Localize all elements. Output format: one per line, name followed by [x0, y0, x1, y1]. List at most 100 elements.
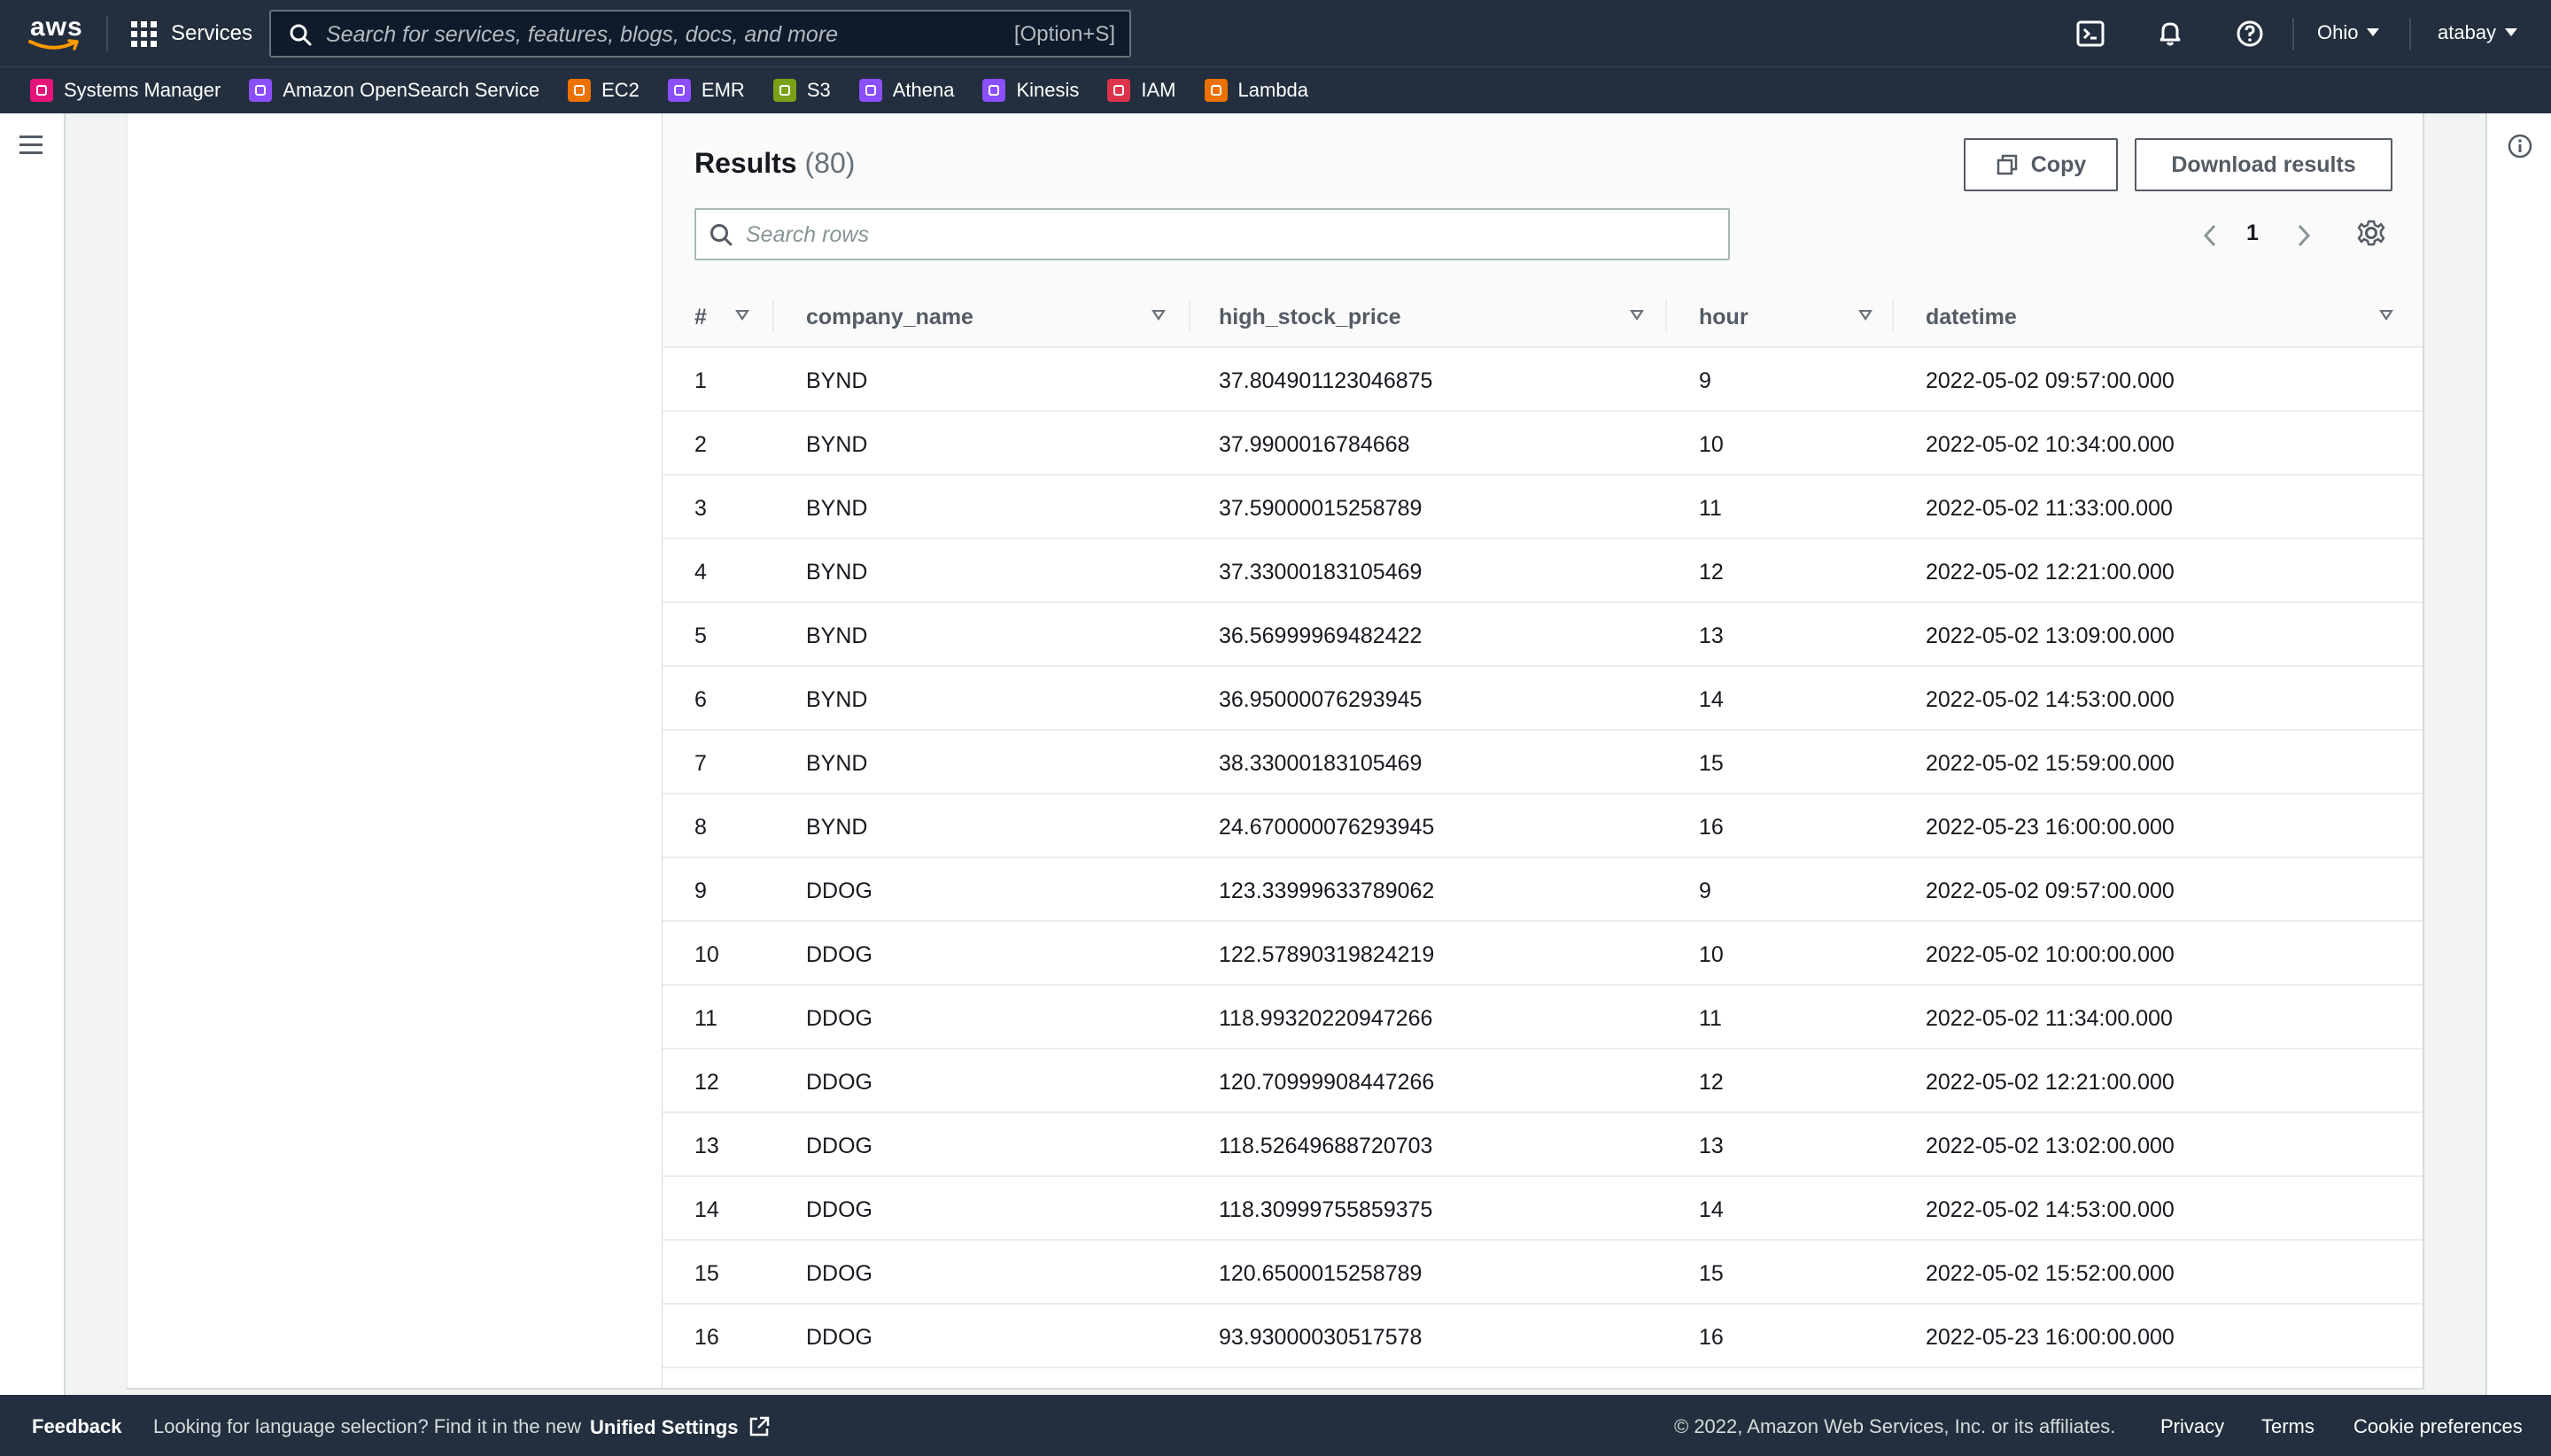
company-name-cell: DDOG	[774, 1240, 1190, 1304]
cell-value: BYND	[806, 751, 868, 776]
notifications-bell-icon[interactable]	[2154, 18, 2186, 50]
hour-cell: 14	[1667, 666, 1894, 730]
feedback-link[interactable]: Feedback	[32, 1415, 122, 1438]
datetime-cell: 2022-05-02 12:21:00.000	[1894, 538, 2423, 602]
cell-value: 13	[694, 1134, 719, 1158]
menu-icon[interactable]	[19, 136, 43, 154]
table-row[interactable]: 15 DDOG 120.6500015258789 15 2022-05-02 15:5…	[663, 1240, 2423, 1304]
table-row[interactable]: 12 DDOG 120.70999908447266 12 2022-05-02 12:…	[663, 1049, 2423, 1112]
services-menu-button[interactable]: Services	[131, 16, 252, 51]
company-name-cell: DDOG	[774, 1176, 1190, 1240]
high-stock-price-cell: 118.99320220947266	[1190, 985, 1667, 1049]
table-row[interactable]: 14 DDOG 118.30999755859375 14 2022-05-02 14:…	[663, 1176, 2423, 1240]
table-row[interactable]: 11 DDOG 118.99320220947266 11 2022-05-02 11:…	[663, 985, 2423, 1049]
row-search-input[interactable]	[746, 220, 1702, 250]
aws-logo[interactable]: aws	[28, 12, 82, 53]
row-index-cell: 10	[663, 921, 774, 985]
account-menu[interactable]: atabay	[2438, 21, 2518, 44]
favorite-amazon-opensearch-service[interactable]: Amazon OpenSearch Service	[249, 79, 539, 102]
services-grid-icon	[131, 20, 157, 47]
row-index-cell: 7	[663, 730, 774, 794]
sort-icon[interactable]	[1151, 310, 1166, 321]
info-icon[interactable]	[2507, 133, 2533, 159]
help-icon[interactable]	[2234, 18, 2266, 50]
favorite-emr[interactable]: EMR	[667, 79, 745, 102]
cell-value: DDOG	[806, 1134, 872, 1158]
favorite-iam[interactable]: IAM	[1107, 79, 1176, 102]
download-results-button[interactable]: Download results	[2135, 138, 2392, 191]
favorite-label: EMR	[701, 79, 745, 101]
service-icon	[1107, 79, 1131, 102]
hour-cell: 9	[1667, 347, 1894, 411]
cell-value: BYND	[806, 432, 868, 457]
company-name-cell: DDOG	[774, 857, 1190, 921]
sort-icon[interactable]	[735, 310, 749, 321]
table-row[interactable]: 9 DDOG 123.33999633789062 9 2022-05-02 09:57…	[663, 857, 2423, 921]
cell-value: 7	[694, 751, 707, 776]
region-selector[interactable]: Ohio	[2317, 21, 2380, 44]
table-row[interactable]: 5 BYND 36.56999969482422 13 2022-05-02 13:09…	[663, 602, 2423, 666]
table-row[interactable]: 13 DDOG 118.52649688720703 13 2022-05-02 13:…	[663, 1112, 2423, 1176]
high-stock-price-cell: 36.56999969482422	[1190, 602, 1667, 666]
favorite-lambda[interactable]: Lambda	[1204, 79, 1308, 102]
favorite-kinesis[interactable]: Kinesis	[982, 79, 1079, 102]
table-row[interactable]: 2 BYND 37.9900016784668 10 2022-05-02 10:34:…	[663, 411, 2423, 475]
datetime-cell: 2022-05-02 11:33:00.000	[1894, 475, 2423, 538]
column-header-high-stock-price[interactable]: high_stock_price	[1190, 283, 1667, 348]
cell-value: 6	[694, 687, 707, 712]
favorite-label: Systems Manager	[64, 79, 221, 101]
high-stock-price-cell: 37.804901123046875	[1190, 347, 1667, 411]
column-header-hour[interactable]: hour	[1667, 283, 1894, 348]
privacy-link[interactable]: Privacy	[2160, 1415, 2224, 1438]
previous-page-icon[interactable]	[2202, 223, 2218, 248]
favorite-athena[interactable]: Athena	[858, 79, 954, 102]
external-link-icon	[749, 1416, 769, 1437]
cell-value: 11	[1699, 496, 1722, 521]
table-row[interactable]: 6 BYND 36.95000076293945 14 2022-05-02 14:53…	[663, 666, 2423, 730]
cell-value: BYND	[806, 560, 868, 585]
column-header-company-name[interactable]: company_name	[774, 283, 1190, 348]
nav-separator	[2292, 18, 2294, 50]
table-row[interactable]: 8 BYND 24.670000076293945 16 2022-05-23 16:0…	[663, 794, 2423, 857]
cell-value: DDOG	[806, 942, 872, 967]
high-stock-price-cell: 24.670000076293945	[1190, 794, 1667, 857]
sort-icon[interactable]	[1630, 310, 1644, 321]
table-row[interactable]: 3 BYND 37.59000015258789 11 2022-05-02 11:33…	[663, 475, 2423, 538]
favorites-bar: Systems Manager Amazon OpenSearch Service…	[0, 66, 2551, 113]
favorite-ec2[interactable]: EC2	[568, 79, 640, 102]
copy-button[interactable]: Copy	[1964, 138, 2118, 191]
top-navigation: aws Services [Option+S] Ohio	[0, 0, 2551, 66]
cell-value: 12	[694, 1070, 719, 1095]
column-header-index[interactable]: #	[663, 283, 774, 348]
cell-value: BYND	[806, 687, 868, 712]
sort-icon[interactable]	[1858, 310, 1873, 321]
global-search-input[interactable]	[326, 19, 964, 50]
gear-icon[interactable]	[2356, 218, 2386, 248]
cell-value: 14	[1699, 1197, 1724, 1222]
cell-value: 12	[1699, 1070, 1724, 1095]
table-row[interactable]: 10 DDOG 122.57890319824219 10 2022-05-02 10:…	[663, 921, 2423, 985]
copy-button-label: Copy	[2030, 151, 2087, 177]
table-row[interactable]: 7 BYND 38.33000183105469 15 2022-05-02 15:59…	[663, 730, 2423, 794]
unified-settings-link[interactable]: Unified Settings	[590, 1415, 771, 1439]
current-page-number[interactable]: 1	[2246, 221, 2259, 246]
next-page-icon[interactable]	[2296, 223, 2312, 248]
favorite-systems-manager[interactable]: Systems Manager	[30, 79, 221, 102]
results-table: # company_name high_stock_price hour dat…	[663, 283, 2423, 1368]
terms-link[interactable]: Terms	[2261, 1415, 2315, 1438]
cloudshell-icon[interactable]	[2074, 18, 2106, 50]
column-header-datetime[interactable]: datetime	[1894, 283, 2423, 348]
global-search-bar[interactable]: [Option+S]	[269, 10, 1131, 58]
row-search-field[interactable]	[694, 208, 1730, 260]
company-name-cell: BYND	[774, 411, 1190, 475]
cookie-preferences-link[interactable]: Cookie preferences	[2353, 1415, 2523, 1438]
table-row[interactable]: 16 DDOG 93.93000030517578 16 2022-05-23 16:0…	[663, 1304, 2423, 1367]
table-row[interactable]: 1 BYND 37.804901123046875 9 2022-05-02 09:57…	[663, 347, 2423, 411]
service-icon	[249, 79, 273, 102]
table-row[interactable]: 4 BYND 37.33000183105469 12 2022-05-02 12:21…	[663, 538, 2423, 602]
cell-value: 2022-05-02 09:57:00.000	[1926, 879, 2175, 903]
column-header-label: high_stock_price	[1219, 305, 1401, 329]
favorite-s3[interactable]: S3	[772, 79, 831, 102]
search-icon	[710, 224, 733, 246]
sort-icon[interactable]	[2379, 310, 2393, 321]
